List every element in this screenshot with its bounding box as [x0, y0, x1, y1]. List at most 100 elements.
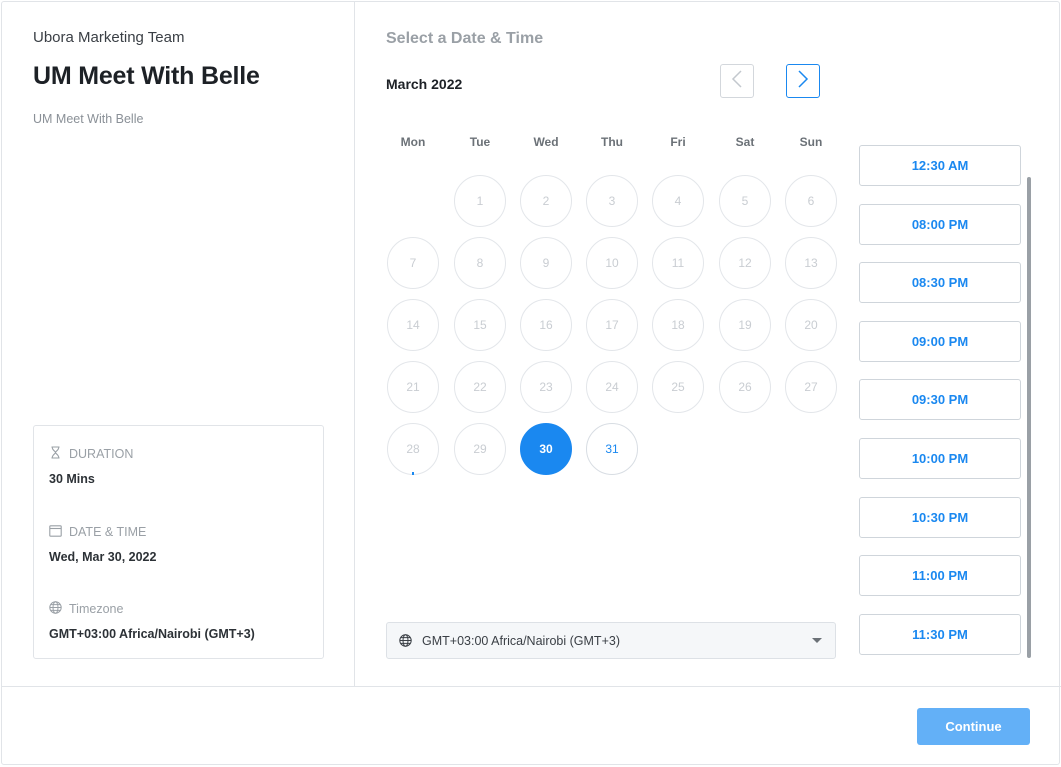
- calendar-day-2: 2: [520, 175, 572, 227]
- day-number: 4: [674, 194, 682, 208]
- footer: Continue: [2, 686, 1061, 766]
- calendar-day-23: 23: [520, 361, 572, 413]
- calendar-day-17: 17: [586, 299, 638, 351]
- calendar-day-13: 13: [785, 237, 837, 289]
- timezone-label: Timezone: [69, 602, 124, 616]
- previous-month-button[interactable]: [720, 64, 754, 98]
- time-slot-scrollbar[interactable]: [1027, 177, 1031, 658]
- day-number: 3: [608, 194, 616, 208]
- duration-label: DURATION: [69, 447, 134, 461]
- calendar-day-16: 16: [520, 299, 572, 351]
- time-slot-button[interactable]: 09:30 PM: [859, 379, 1021, 421]
- day-number: 8: [476, 256, 484, 270]
- calendar-day-22: 22: [454, 361, 506, 413]
- day-number: 11: [671, 256, 685, 270]
- weekday-tue: Tue: [469, 135, 491, 149]
- calendar-day-1: 1: [454, 175, 506, 227]
- calendar-day-29: 29: [454, 423, 506, 475]
- calendar-day-20: 20: [785, 299, 837, 351]
- calendar-day-5: 5: [719, 175, 771, 227]
- day-number: 21: [406, 380, 420, 394]
- time-slot-button[interactable]: 08:00 PM: [859, 203, 1021, 245]
- section-title: Select a Date & Time: [386, 30, 544, 47]
- calendar-day-18: 18: [652, 299, 704, 351]
- caret-down-icon: [812, 638, 822, 643]
- calendar-day-11: 11: [652, 237, 704, 289]
- time-slot-button[interactable]: 08:30 PM: [859, 262, 1021, 304]
- time-slot-button[interactable]: 12:30 AM: [859, 145, 1021, 186]
- calendar-day-6: 6: [785, 175, 837, 227]
- day-number: 14: [406, 318, 420, 332]
- datetime-value: Wed, Mar 30, 2022: [49, 550, 157, 564]
- day-number: 7: [409, 256, 417, 270]
- duration-value: 30 Mins: [49, 472, 95, 486]
- day-number: 31: [605, 442, 619, 456]
- day-number: 26: [738, 380, 752, 394]
- time-slot-button[interactable]: 09:00 PM: [859, 320, 1021, 362]
- calendar-day-3: 3: [586, 175, 638, 227]
- weekday-fri: Fri: [670, 135, 686, 149]
- day-number: 22: [473, 380, 487, 394]
- timezone-value: GMT+03:00 Africa/Nairobi (GMT+3): [49, 627, 255, 641]
- calendar-day-27: 27: [785, 361, 837, 413]
- event-title: UM Meet With Belle: [33, 62, 260, 90]
- weekday-thu: Thu: [601, 135, 623, 149]
- calendar-day-14: 14: [387, 299, 439, 351]
- timezone-select-value: GMT+03:00 Africa/Nairobi (GMT+3): [422, 633, 620, 648]
- day-number: 2: [542, 194, 550, 208]
- calendar-day-8: 8: [454, 237, 506, 289]
- day-number: 13: [804, 256, 818, 270]
- day-number: 5: [741, 194, 749, 208]
- datetime-detail: DATE & TIME Wed, Mar 30, 2022: [49, 524, 156, 564]
- timezone-select[interactable]: GMT+03:00 Africa/Nairobi (GMT+3): [386, 622, 836, 659]
- datetime-label: DATE & TIME: [69, 525, 147, 539]
- today-indicator: [412, 472, 414, 475]
- timezone-detail: Timezone GMT+03:00 Africa/Nairobi (GMT+3…: [49, 601, 255, 641]
- calendar-day-4: 4: [652, 175, 704, 227]
- calendar-day-25: 25: [652, 361, 704, 413]
- booking-details-card: DURATION 30 Mins DATE & TIME Wed, Mar 30…: [33, 425, 324, 659]
- weekday-mon: Mon: [400, 135, 426, 149]
- day-number: 29: [473, 442, 487, 456]
- day-number: 20: [804, 318, 818, 332]
- calendar-day-12: 12: [719, 237, 771, 289]
- calendar-day-9: 9: [520, 237, 572, 289]
- day-number: 23: [539, 380, 553, 394]
- calendar-day-30[interactable]: 30: [520, 423, 572, 475]
- weekday-wed: Wed: [533, 135, 559, 149]
- calendar-day-26: 26: [719, 361, 771, 413]
- event-info-panel: Ubora Marketing Team UM Meet With Belle …: [2, 2, 355, 686]
- day-number: 27: [804, 380, 818, 394]
- calendar-day-31[interactable]: 31: [586, 423, 638, 475]
- chevron-left-icon: [731, 69, 743, 94]
- continue-button[interactable]: Continue: [917, 708, 1030, 745]
- calendar-icon: [49, 524, 62, 540]
- weekday-sat: Sat: [735, 135, 755, 149]
- day-number: 9: [542, 256, 550, 270]
- month-label: March 2022: [386, 76, 463, 92]
- day-number: 1: [476, 194, 484, 208]
- next-month-button[interactable]: [786, 64, 820, 98]
- organization-name: Ubora Marketing Team: [33, 29, 185, 46]
- calendar-day-21: 21: [387, 361, 439, 413]
- calendar-day-24: 24: [586, 361, 638, 413]
- time-slot-button[interactable]: 10:00 PM: [859, 438, 1021, 479]
- day-number: 30: [539, 442, 553, 456]
- time-slot-button[interactable]: 10:30 PM: [859, 496, 1021, 538]
- event-description: UM Meet With Belle: [33, 112, 144, 126]
- calendar-day-7: 7: [387, 237, 439, 289]
- day-number: 28: [406, 442, 420, 456]
- day-number: 16: [539, 318, 553, 332]
- day-number: 10: [605, 256, 619, 270]
- day-number: 15: [473, 318, 487, 332]
- time-slot-button[interactable]: 11:00 PM: [859, 555, 1021, 597]
- hourglass-icon: [49, 446, 62, 462]
- calendar-day-10: 10: [586, 237, 638, 289]
- weekday-sun: Sun: [799, 135, 823, 149]
- day-number: 17: [605, 318, 619, 332]
- day-number: 24: [605, 380, 619, 394]
- calendar-day-15: 15: [454, 299, 506, 351]
- chevron-right-icon: [797, 69, 809, 94]
- time-slot-button[interactable]: 11:30 PM: [859, 613, 1021, 655]
- scheduling-widget: Ubora Marketing Team UM Meet With Belle …: [1, 1, 1061, 766]
